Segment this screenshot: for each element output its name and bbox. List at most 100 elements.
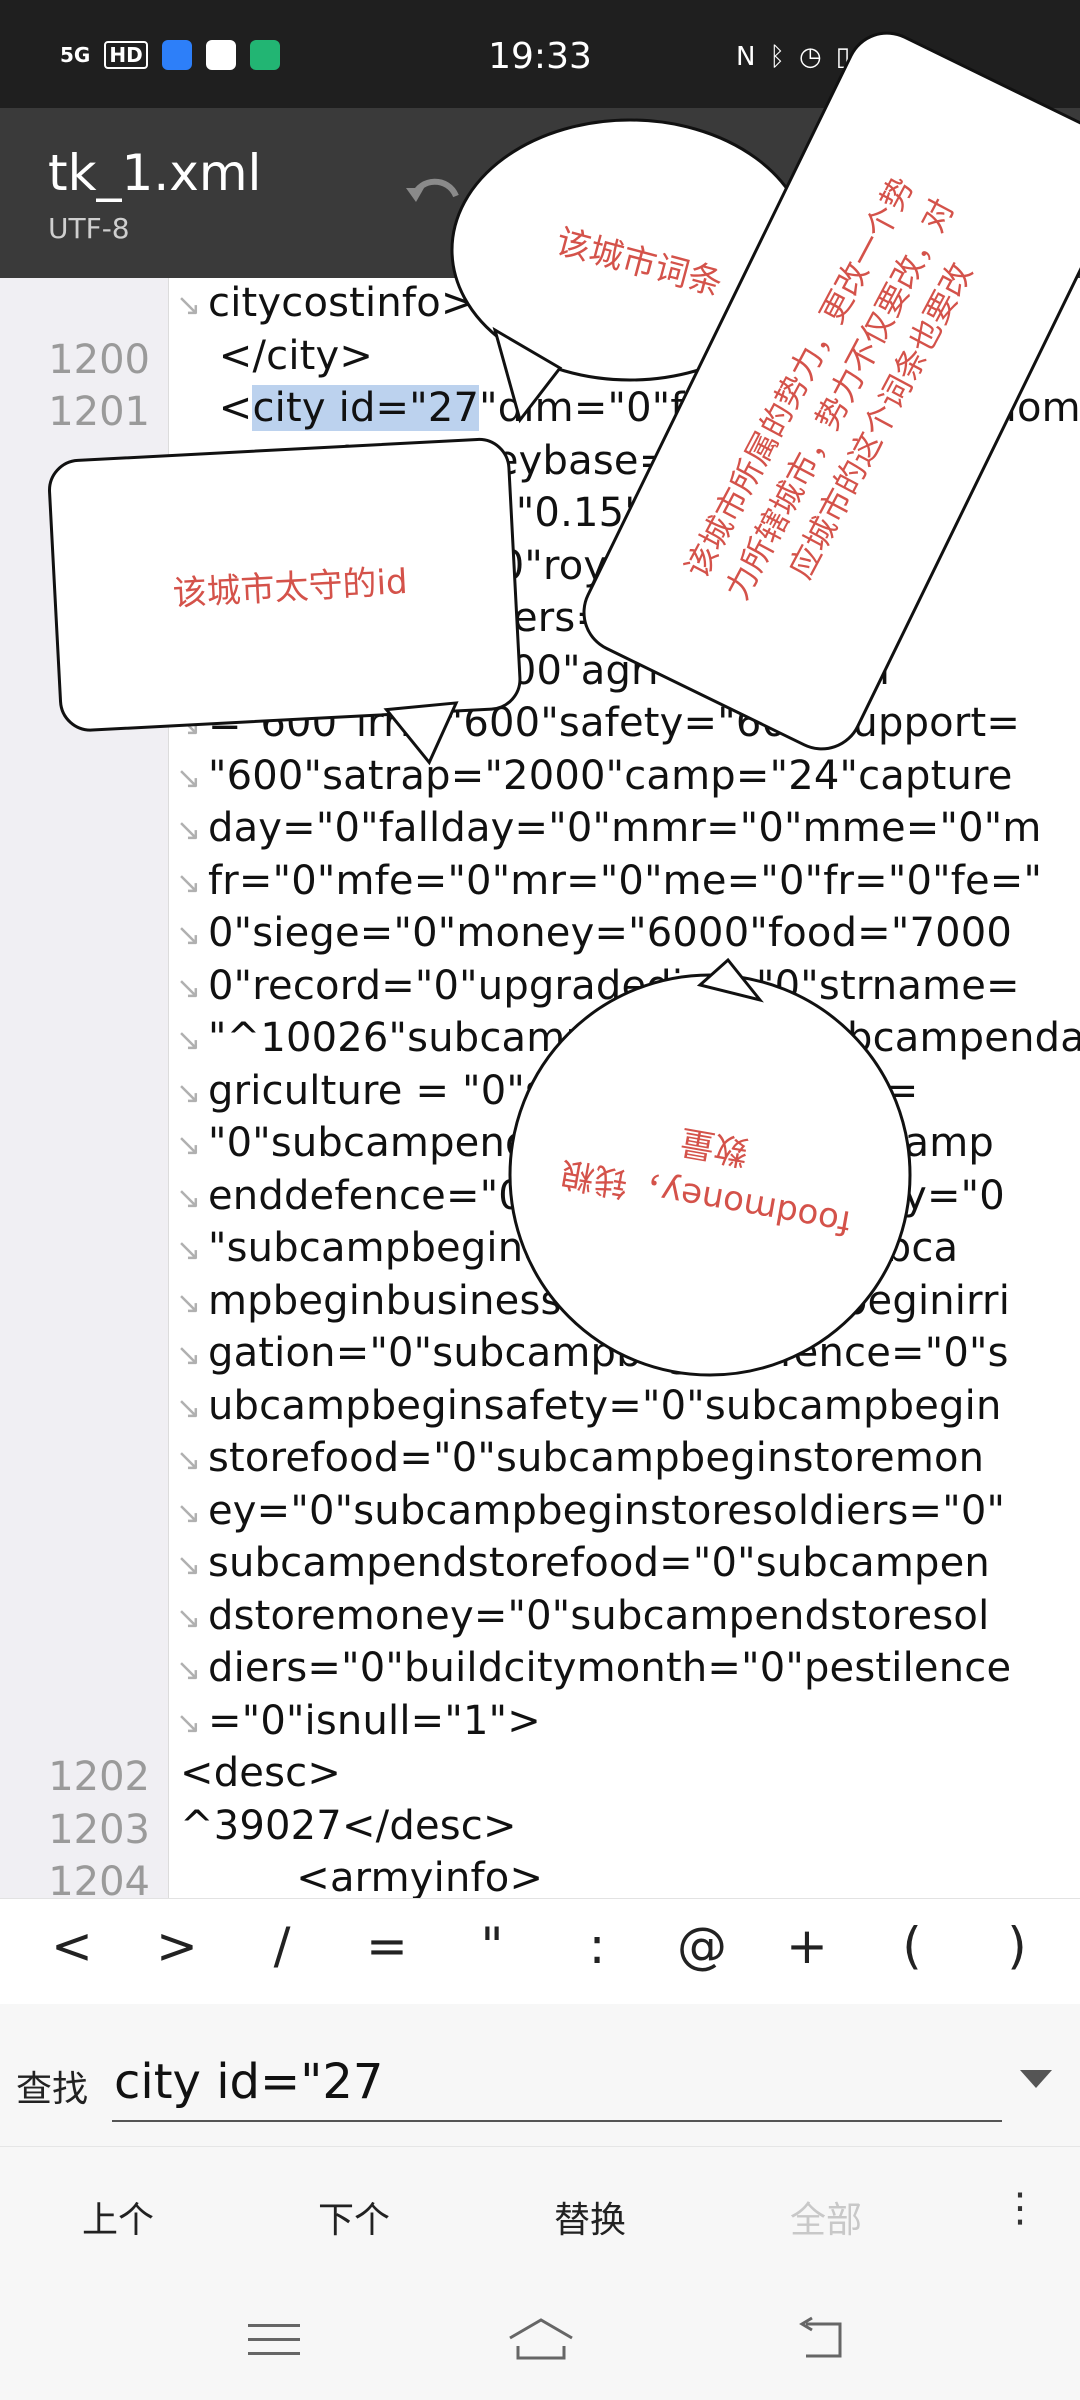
wrap-indicator-icon: ↘ [176, 1285, 202, 1321]
system-nav-bar [0, 2276, 1080, 2400]
code-segment: 0"siege="0"money="6000"food="7000 [208, 910, 1013, 956]
symbol-key[interactable]: ) [977, 1917, 1057, 1975]
code-segment: subcampendstorefood="0"subcampen [208, 1540, 990, 1586]
code-segment: day="0"fallday="0"mmr="0"mme="0"m [208, 805, 1042, 851]
line-number: 1203 [48, 1806, 150, 1853]
code-text: "600"satrap="2000"camp="24"capture [208, 753, 1013, 799]
wrap-indicator-icon: ↘ [176, 1233, 202, 1268]
wrap-indicator-icon: ↘ [176, 445, 202, 481]
wrap-indicator-icon: ↘ [176, 1180, 202, 1216]
code-line: ↘ diers="0"buildcitymonth="0"pestilence [0, 1643, 1080, 1696]
replace-all-button[interactable]: 全部 [726, 2191, 926, 2243]
symbol-key[interactable]: @ [662, 1917, 742, 1975]
file-title: tk_1.xml [48, 144, 262, 202]
line-number: 1204 [48, 1859, 150, 1898]
code-line: ↘ "^10026"subcampbegin="0"subcampenda [0, 1013, 1080, 1066]
status-right: N ᛒ ◷ ▯ [736, 42, 850, 72]
code-text: ="0"isnull="1"> [208, 1698, 541, 1744]
code-line: ↘ "subcampbeginagriculture="0"subca [0, 1223, 1080, 1276]
wrap-indicator-icon: ↘ [176, 1495, 202, 1531]
code-text: 0"record="0"upgradedim="0"strname= [208, 963, 1020, 1009]
wrap-indicator-icon: ↘ [176, 1128, 202, 1163]
back-icon[interactable] [792, 2316, 852, 2364]
line-number: 1200 [48, 336, 150, 383]
status-bar: 5G HD 19:33 N ᛒ ◷ ▯ 26 [0, 0, 1080, 108]
symbol-key[interactable]: < [32, 1917, 112, 1975]
code-text: <desc> [180, 1750, 341, 1796]
wrap-indicator-icon: ↘ [176, 1023, 202, 1058]
wrap-indicator-icon: ↘ [176, 708, 202, 743]
wrap-indicator-icon: ↘ [176, 288, 202, 323]
code-segment: storefood="0"subcampbeginstoremon [208, 1435, 985, 1481]
prev-button[interactable]: 上个 [18, 2191, 218, 2243]
wrap-indicator-icon: ↘ [176, 1600, 202, 1636]
battery-indicator: 26 [866, 46, 930, 76]
find-bar: 查找 city id="27 [0, 2004, 1080, 2146]
code-segment: 0"record="0"upgradedim="0"strname= [208, 962, 1020, 1009]
code-line: ↘ ="0"isnull="1"> [0, 1696, 1080, 1749]
code-segment: dstoremoney="0"subcampendstoresol [208, 1592, 990, 1639]
replace-button[interactable]: 替换 [490, 2191, 690, 2243]
code-segment: </city> [180, 332, 374, 379]
code-line: ↘ mpbeginbusiness="0"subcampbeginirri [0, 1276, 1080, 1329]
history-dropdown-icon[interactable] [1020, 2070, 1052, 2088]
code-text: "^10026"subcampbegin="0"subcampenda [208, 1015, 1080, 1061]
code-line: ↘ ubcampbeginsafety="0"subcampbegin [0, 1381, 1080, 1434]
symbol-key[interactable]: ( [872, 1917, 952, 1975]
code-segment: gation="0"subcampbegindefence="0"s [208, 1330, 1009, 1376]
code-line: ↘ ="600"irri="600"safety="600"support= [0, 698, 1080, 751]
search-match-highlight: city id="27 [252, 385, 480, 431]
code-segment: <armyinfo> [180, 1855, 544, 1898]
code-segment: "600"satrap="2000"camp="24"capture [208, 752, 1013, 799]
code-segment: < [180, 385, 253, 431]
wrap-indicator-icon: ↘ [176, 1653, 202, 1688]
more-icon[interactable]: ⋮ [1000, 2185, 1040, 2231]
code-segment: mpbeginbusiness="0"subcampbeginirri [208, 1277, 1011, 1324]
symbol-key[interactable]: : [557, 1917, 637, 1975]
code-text: subcampendstorefood="0"subcampen [208, 1540, 990, 1586]
wrap-indicator-icon: ↘ [176, 1390, 202, 1426]
code-line: ↘ dstoremoney="0"subcampendstoresol [0, 1591, 1080, 1644]
symbol-key[interactable]: " [452, 1917, 532, 1975]
code-line: ↘ "0"defence="600"agri="600"busi [0, 646, 1080, 699]
code-text: ey="0"subcampbeginstoresoldiers="0" [208, 1488, 1005, 1534]
file-encoding: UTF-8 [48, 212, 130, 245]
wrap-indicator-icon: ↘ [176, 655, 202, 691]
bluetooth-icon: ᛒ [769, 42, 785, 72]
wrap-indicator-icon: ↘ [176, 498, 202, 533]
symbol-key[interactable]: > [137, 1917, 217, 1975]
code-segment: "0"defence="600"agri="600"busi [208, 647, 891, 694]
find-input[interactable]: city id="27 [112, 2044, 1002, 2122]
code-line: ↘ storefood="0"subcampbeginstoremon [0, 1433, 1080, 1486]
menu-icon[interactable] [244, 2316, 304, 2364]
symbol-key[interactable]: = [347, 1917, 427, 1975]
code-line: 1204 <armyinfo> [0, 1853, 1080, 1898]
wrap-indicator-icon: ↘ [176, 918, 202, 953]
next-button[interactable]: 下个 [254, 2191, 454, 2243]
code-segment: diers="0"buildcitymonth="0"pestilence [208, 1645, 1012, 1691]
line-number: 1202 [48, 1754, 150, 1800]
code-text: gation="0"subcampbegindefence="0"s [208, 1330, 1009, 1376]
wrap-indicator-icon: ↘ [176, 1548, 202, 1583]
code-line: ↘ ey="0"subcampbeginstoresoldiers="0" [0, 1486, 1080, 1539]
code-text: 0"siege="0"money="6000"food="7000 [208, 910, 1012, 956]
wrap-indicator-icon: ↘ [176, 865, 202, 901]
undo-icon[interactable] [398, 162, 468, 232]
code-segment: ="0"isnull="1"> [208, 1697, 541, 1744]
symbol-key[interactable]: + [767, 1917, 847, 1975]
code-line: ↘ 0"record="0"upgradedim="0"strname= [0, 961, 1080, 1014]
home-icon[interactable] [506, 2316, 576, 2364]
code-text: ^39027</desc> [180, 1803, 517, 1849]
line-number: 1201 [48, 389, 150, 435]
code-text: day="0"fallday="0"mmr="0"mme="0"m [208, 805, 1042, 851]
vibrate-icon: ▯ [835, 42, 850, 72]
code-line: ↘ 0"siege="0"money="6000"food="7000 [0, 908, 1080, 961]
code-editor[interactable]: ↘ citycostinfo> 1200 </city> 1201 <city id=… [0, 278, 1080, 1898]
code-text: </city> [180, 333, 373, 379]
code-text: citycostinfo> [208, 280, 475, 326]
find-actions: 上个 下个 替换 全部 ⋮ [0, 2146, 1080, 2277]
code-segment: ey="0"subcampbeginstoresoldiers="0" [208, 1487, 1006, 1534]
code-text: ="600"irri="600"safety="600"support= [208, 700, 1020, 746]
symbol-key[interactable]: / [242, 1917, 322, 1975]
code-segment: ^39027</desc> [180, 1802, 517, 1849]
